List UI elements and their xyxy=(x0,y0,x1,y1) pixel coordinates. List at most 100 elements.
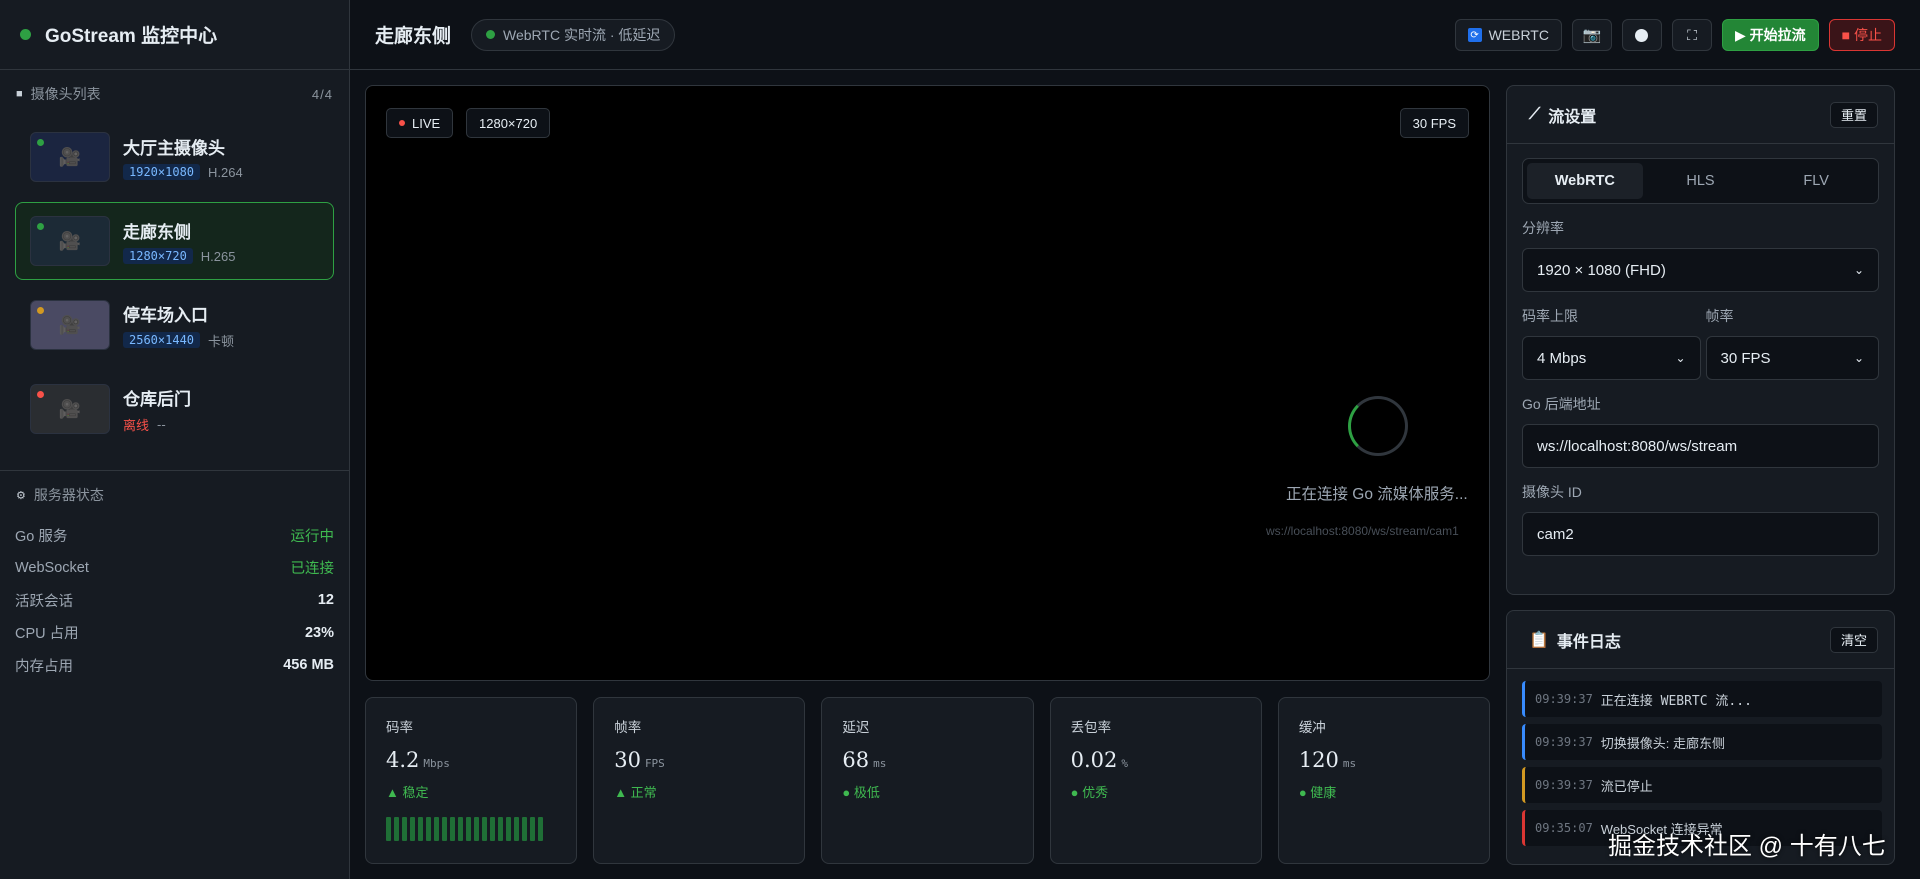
metric-card-latency: 延迟 68 ms ● 极低 xyxy=(821,697,1034,864)
resolution-badge: 2560×1440 xyxy=(123,332,201,348)
camera-name: 仓库后门 xyxy=(123,389,191,409)
panel-header: ⟋ 流设置 重置 xyxy=(1507,86,1894,144)
status-value: 已连接 xyxy=(290,561,335,578)
camera-name: 大厅主摄像头 xyxy=(123,139,225,158)
codec-label: -- xyxy=(157,416,166,432)
panel-header: 📋 事件日志 清空 xyxy=(1507,611,1894,669)
stop-stream-button[interactable]: ■ 停止 xyxy=(1828,19,1895,51)
metrics-row: 码率 4.2 Mbps ▲ 稳定 帧率 30 FPS ▲ 正常 延迟 68 ms ● … xyxy=(365,697,1491,864)
camera-thumbnail: 🎥 xyxy=(30,132,110,182)
chevron-down-icon: ⌄ xyxy=(1853,263,1864,277)
app-title: GoStream 监控中心 xyxy=(45,26,218,47)
metric-value: 4.2 xyxy=(386,748,420,772)
camera-item-warehouse[interactable]: 🎥 仓库后门 离线 -- xyxy=(15,370,334,448)
metric-value: 120 xyxy=(1298,748,1339,772)
metric-card-packet-loss: 丢包率 0.02% ● 优秀 xyxy=(1049,697,1262,864)
status-key: CPU 占用 xyxy=(15,626,79,643)
metric-status: ▲ 正常 xyxy=(614,785,657,800)
live-dot xyxy=(399,120,405,126)
metric-value: 0.02 xyxy=(1070,748,1118,772)
resolution-badge: 1920×1080 xyxy=(123,164,201,180)
fullscreen-button[interactable]: ⛶ xyxy=(1671,19,1712,51)
metric-status: ● 优秀 xyxy=(1070,785,1109,800)
camera-thumbnail: 🎥 xyxy=(30,300,110,350)
stream-settings-panel: ⟋ 流设置 重置 WebRTC HLS FLV 分辨率 1920 × 1080 … xyxy=(1506,85,1895,595)
bitrate-label: 码率上限 xyxy=(1522,308,1578,324)
metric-status: ● 健康 xyxy=(1298,785,1337,800)
status-row: 内存占用 456 MB xyxy=(15,649,334,682)
chevron-down-icon: ⌄ xyxy=(1853,351,1864,365)
camera-count: 4/4 xyxy=(311,86,333,102)
resolution-label: 分辨率 xyxy=(1522,220,1564,236)
status-value: 12 xyxy=(317,592,334,609)
snapshot-button[interactable]: 📷 xyxy=(1571,19,1612,51)
panel-title: 事件日志 xyxy=(1556,633,1621,651)
metric-unit: Mbps xyxy=(423,757,450,770)
metric-unit: ms xyxy=(1342,757,1357,770)
log-message: 切换摄像头: 走廊东侧 xyxy=(1600,735,1726,751)
camera-id-input[interactable]: cam2 xyxy=(1522,512,1879,556)
header-actions: ⟳ WEBRTC 📷 ⛶ ▶ 开始拉流 ■ 停止 xyxy=(1454,19,1895,51)
stream-mode-pill: WebRTC 实时流 · 低延迟 xyxy=(471,18,676,51)
log-entry: 09:39:37 切换摄像头: 走廊东侧 xyxy=(1522,724,1882,760)
tab-flv[interactable]: FLV xyxy=(1758,163,1874,199)
tab-webrtc[interactable]: WebRTC xyxy=(1527,163,1643,199)
framerate-label: 帧率 xyxy=(1705,308,1734,324)
camera-icon: ■ xyxy=(16,88,23,100)
clear-log-button[interactable]: 清空 xyxy=(1829,626,1878,653)
resolution-value: 1920 × 1080 (FHD) xyxy=(1537,261,1666,279)
refresh-icon: ⟳ xyxy=(1467,28,1482,42)
tab-hls[interactable]: HLS xyxy=(1643,163,1759,199)
live-label: LIVE xyxy=(412,115,441,131)
bitrate-select[interactable]: 4 Mbps ⌄ xyxy=(1522,336,1701,380)
video-player[interactable]: LIVE 1280×720 30 FPS 正在连接 Go 流媒体服务... ws… xyxy=(365,85,1490,681)
metric-label: 码率 xyxy=(386,720,413,735)
resolution-select[interactable]: 1920 × 1080 (FHD) ⌄ xyxy=(1522,248,1879,292)
metric-label: 延迟 xyxy=(842,720,870,735)
protocol-button[interactable]: ⟳ WEBRTC xyxy=(1454,19,1562,51)
status-row: 活跃会话 12 xyxy=(15,584,334,617)
server-section-header: ⚙ 服务器状态 xyxy=(0,471,349,519)
loading-text: 正在连接 Go 流媒体服务... xyxy=(1286,486,1468,503)
status-key: Go 服务 xyxy=(15,528,68,545)
panel-title: 流设置 xyxy=(1548,108,1597,126)
metric-label: 丢包率 xyxy=(1070,720,1112,735)
log-time: 09:39:37 xyxy=(1535,735,1593,749)
framerate-select[interactable]: 30 FPS ⌄ xyxy=(1705,336,1879,380)
camera-id-label: 摄像头 ID xyxy=(1522,484,1582,500)
video-camera-icon: 🎥 xyxy=(58,146,82,167)
wand-icon: ⟋ xyxy=(1529,105,1541,123)
server-section-label: 服务器状态 xyxy=(33,487,104,503)
fullscreen-icon: ⛶ xyxy=(1687,26,1697,43)
log-time: 09:39:37 xyxy=(1535,692,1593,706)
resolution-badge: 1280×720 xyxy=(123,248,193,264)
metric-value: 68 xyxy=(842,748,870,772)
record-button[interactable] xyxy=(1621,19,1662,51)
bitrate-value: 4 Mbps xyxy=(1537,349,1587,367)
camera-item-hall[interactable]: 🎥 大厅主摄像头 1920×1080 H.264 xyxy=(15,118,334,196)
metric-card-framerate: 帧率 30 FPS ▲ 正常 xyxy=(593,697,806,864)
camera-list: 🎥 大厅主摄像头 1920×1080 H.264 🎥 走廊东侧 1280×720… xyxy=(0,118,349,448)
chevron-down-icon: ⌄ xyxy=(1675,351,1686,365)
camera-item-corridor[interactable]: 🎥 走廊东侧 1280×720 H.265 xyxy=(15,202,334,280)
log-entry: 09:39:37 正在连接 WEBRTC 流... xyxy=(1522,681,1882,717)
event-log-list[interactable]: 09:39:37 正在连接 WEBRTC 流... 09:39:37 切换摄像头… xyxy=(1507,669,1894,846)
video-camera-icon: 🎥 xyxy=(58,398,82,419)
top-header: 走廊东侧 WebRTC 实时流 · 低延迟 ⟳ WEBRTC 📷 ⛶ ▶ 开始拉… xyxy=(350,0,1920,70)
backend-url-input[interactable]: ws://localhost:8080/ws/stream xyxy=(1522,424,1879,468)
metric-card-buffer: 缓冲 120 ms ● 健康 xyxy=(1277,697,1491,864)
video-camera-icon: 🎥 xyxy=(58,314,82,335)
log-message: 流已停止 xyxy=(1600,778,1653,794)
camera-thumbnail: 🎥 xyxy=(30,384,110,434)
status-row: Go 服务 运行中 xyxy=(15,519,334,552)
status-key: 内存占用 xyxy=(15,658,73,675)
log-time: 09:39:37 xyxy=(1535,778,1593,792)
framerate-value: 30 FPS xyxy=(1720,349,1771,367)
bitrate-sparkline xyxy=(386,817,543,841)
reset-button[interactable]: 重置 xyxy=(1829,101,1878,128)
metric-label: 缓冲 xyxy=(1298,720,1326,735)
camera-item-parking[interactable]: 🎥 停车场入口 2560×1440 卡顿 xyxy=(15,286,334,364)
start-stream-button[interactable]: ▶ 开始拉流 xyxy=(1721,19,1819,51)
camera-status-dot xyxy=(37,139,44,146)
gear-icon: ⚙ xyxy=(16,489,26,502)
